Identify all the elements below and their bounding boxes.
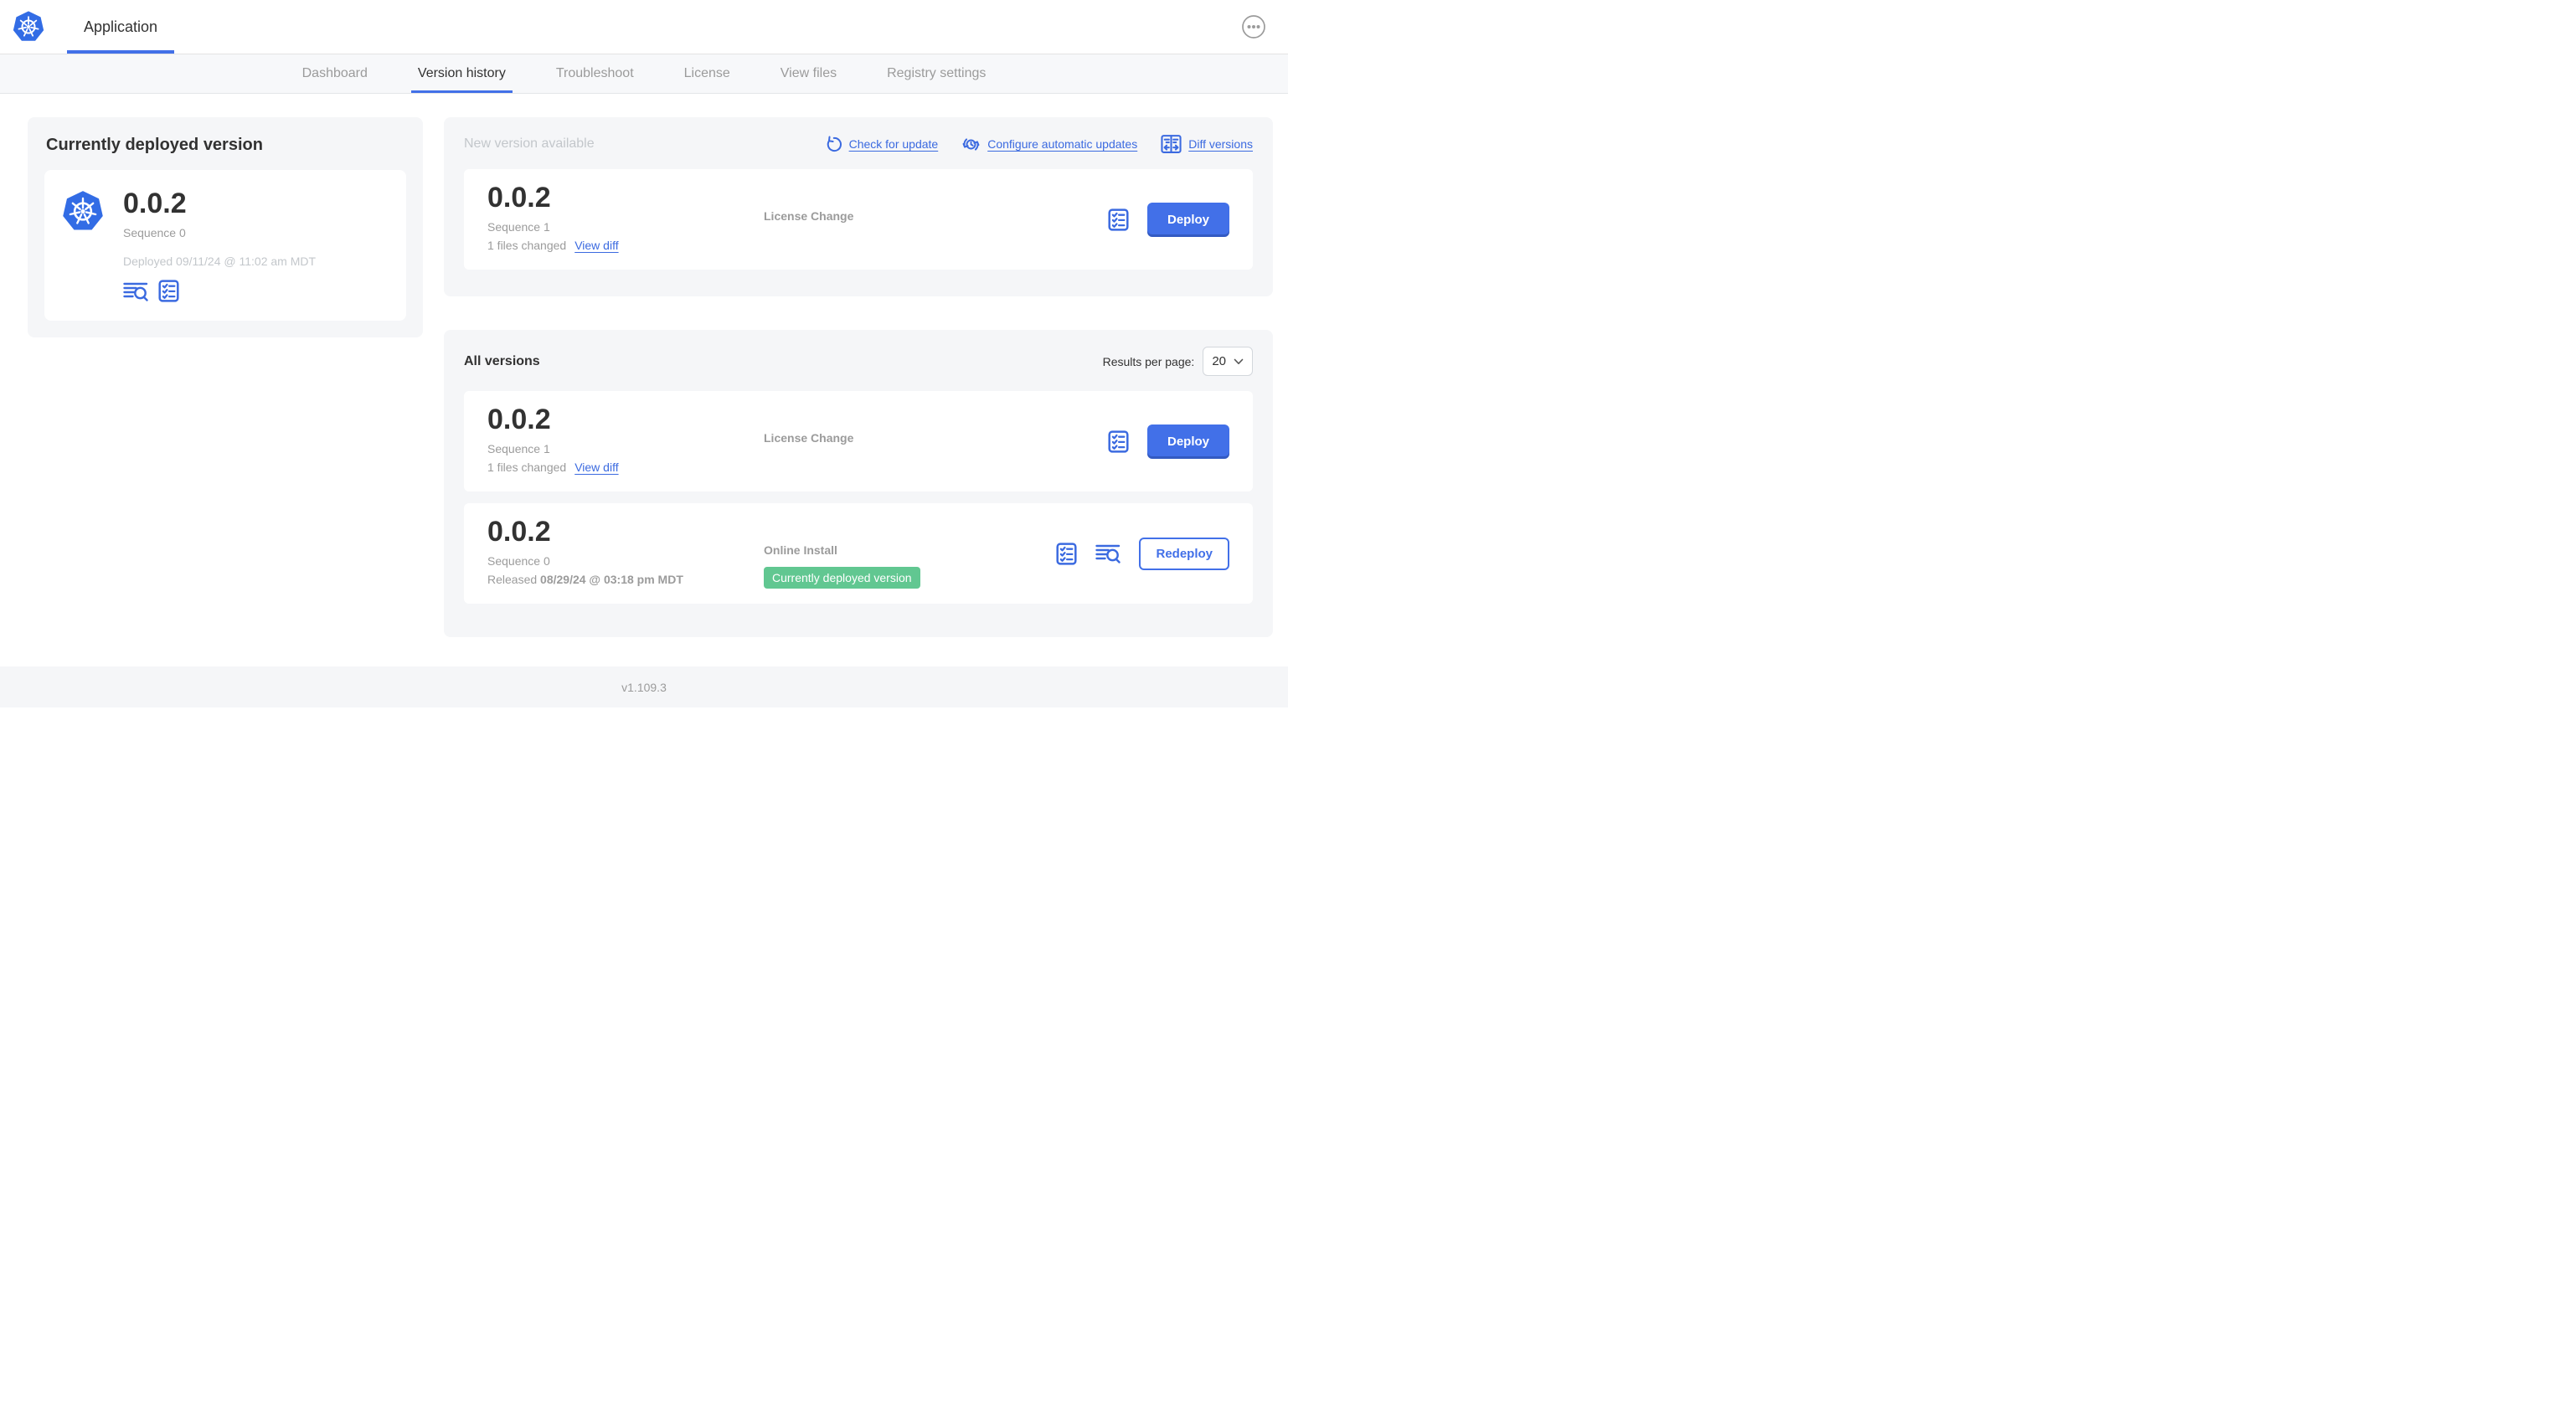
tab-label: Version history: [417, 66, 506, 80]
checklist-icon: [1108, 208, 1129, 231]
console-version-label: v1.109.3: [621, 680, 667, 694]
checklist-icon: [1108, 430, 1129, 453]
versions-column: New version available Check for update C…: [444, 117, 1273, 637]
currently-deployed-badge: Currently deployed version: [764, 567, 920, 589]
tab-view-files[interactable]: View files: [755, 54, 862, 93]
app-footer: v1.109.3: [0, 666, 1288, 708]
diff-icon: [1161, 134, 1182, 154]
configure-automatic-updates-label: Configure automatic updates: [987, 137, 1138, 151]
view-logs-button[interactable]: [1095, 543, 1121, 564]
chevron-down-icon: [1234, 358, 1244, 365]
deployed-sequence: Sequence 0: [123, 226, 186, 240]
view-diff-link[interactable]: View diff: [574, 239, 618, 252]
tab-label: Registry settings: [887, 66, 987, 80]
preflight-checks-button[interactable]: [158, 280, 179, 302]
all-versions-panel: All versions Results per page: 20 0.0.2 …: [444, 330, 1273, 637]
new-version-heading: New version available: [464, 136, 595, 151]
top-bar: Application: [0, 0, 1288, 54]
check-for-update-link[interactable]: Check for update: [825, 136, 939, 153]
deploy-button[interactable]: Deploy: [1146, 202, 1229, 237]
version-sequence: Sequence 1: [487, 442, 550, 456]
app-window: Application Dashboard Version history Tr…: [0, 0, 1288, 708]
tab-troubleshoot[interactable]: Troubleshoot: [531, 54, 659, 93]
version-row: 0.0.2 Sequence 1 1 files changed View di…: [464, 391, 1253, 491]
tab-application[interactable]: Application: [67, 0, 175, 54]
deploy-button[interactable]: Deploy: [1146, 424, 1229, 459]
ellipsis-icon: [1241, 14, 1266, 39]
version-number: 0.0.2: [487, 516, 551, 548]
tab-license[interactable]: License: [659, 54, 755, 93]
new-version-card: 0.0.2 Sequence 1 1 files changed View di…: [464, 169, 1253, 270]
deployed-timestamp: Deployed 09/11/24 @ 11:02 am MDT: [123, 255, 317, 269]
more-options-button[interactable]: [1241, 14, 1266, 39]
tab-label: View files: [780, 66, 837, 80]
tab-version-history[interactable]: Version history: [393, 54, 531, 93]
diff-versions-link[interactable]: Diff versions: [1161, 134, 1253, 154]
tab-label: License: [683, 66, 730, 80]
version-number: 0.0.2: [487, 404, 551, 435]
main-content: Currently deployed version 0.0.2 Sequenc…: [0, 94, 1288, 666]
preflight-checks-button[interactable]: [1056, 543, 1077, 565]
version-number: 0.0.2: [487, 182, 551, 214]
currently-deployed-panel: Currently deployed version 0.0.2 Sequenc…: [28, 117, 423, 338]
diff-versions-label: Diff versions: [1188, 137, 1253, 151]
tab-registry-settings[interactable]: Registry settings: [862, 54, 1011, 93]
deployed-version-number: 0.0.2: [123, 188, 187, 219]
all-versions-heading: All versions: [464, 353, 540, 368]
check-for-update-label: Check for update: [848, 137, 939, 151]
currently-deployed-card: 0.0.2 Sequence 0 Deployed 09/11/24 @ 11:…: [44, 170, 406, 322]
version-sequence: Sequence 1: [487, 220, 550, 234]
preflight-checks-button[interactable]: [1108, 208, 1129, 231]
currently-deployed-heading: Currently deployed version: [46, 136, 263, 154]
checklist-icon: [158, 280, 179, 302]
files-changed-label: 1 files changed: [487, 239, 567, 253]
version-source: Online Install: [764, 543, 837, 557]
version-row: 0.0.2 Sequence 0 Released 08/29/24 @ 03:…: [464, 503, 1253, 604]
checklist-icon: [1056, 543, 1077, 565]
redeploy-button[interactable]: Redeploy: [1139, 537, 1229, 570]
files-changed-label: 1 files changed: [487, 461, 567, 475]
preflight-checks-button[interactable]: [1108, 430, 1129, 453]
version-source: License Change: [764, 209, 854, 223]
kubernetes-app-icon: [61, 188, 105, 302]
results-per-page-label: Results per page:: [1102, 354, 1195, 368]
new-version-panel: New version available Check for update C…: [444, 117, 1273, 296]
tab-label: Dashboard: [301, 66, 368, 80]
logs-icon: [1095, 543, 1121, 564]
clock-sync-icon: [961, 135, 981, 154]
tab-label: Troubleshoot: [555, 66, 634, 80]
configure-automatic-updates-link[interactable]: Configure automatic updates: [961, 135, 1137, 154]
tab-dashboard[interactable]: Dashboard: [277, 54, 393, 93]
released-label: Released: [487, 573, 538, 587]
kubernetes-logo-icon: [12, 9, 45, 44]
app-tab-label: Application: [84, 18, 158, 35]
results-per-page-select[interactable]: 20: [1203, 347, 1253, 376]
view-logs-button[interactable]: [123, 280, 148, 302]
released-timestamp: 08/29/24 @ 03:18 pm MDT: [540, 573, 683, 587]
app-subnav: Dashboard Version history Troubleshoot L…: [0, 54, 1288, 94]
view-diff-link[interactable]: View diff: [574, 461, 618, 474]
refresh-icon: [825, 136, 842, 153]
logs-icon: [123, 280, 148, 302]
version-sequence: Sequence 0: [487, 554, 550, 569]
version-source: License Change: [764, 431, 854, 445]
results-per-page-value: 20: [1212, 354, 1226, 368]
